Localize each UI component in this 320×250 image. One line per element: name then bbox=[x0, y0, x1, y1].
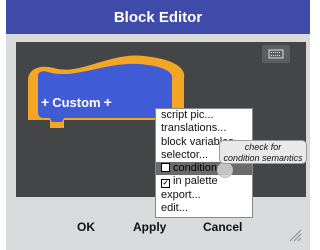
checked-box-icon[interactable]: ✓ bbox=[161, 179, 170, 189]
menu-item-translations[interactable]: translations... bbox=[156, 122, 252, 135]
tooltip: check for condition semantics bbox=[219, 140, 307, 164]
unchecked-box-icon[interactable] bbox=[161, 163, 170, 173]
touch-cursor-indicator bbox=[217, 162, 233, 178]
add-input-left-icon[interactable]: + bbox=[41, 94, 49, 110]
menu-item-in-palette[interactable]: ✓ in palette bbox=[156, 175, 252, 189]
tooltip-line-1: check for bbox=[244, 142, 282, 152]
custom-block-label[interactable]: + Custom + bbox=[41, 94, 112, 110]
menu-item-condition[interactable]: condition bbox=[156, 162, 252, 176]
tooltip-line-2: condition semantics bbox=[223, 153, 303, 163]
keyboard-button[interactable] bbox=[262, 45, 290, 63]
menu-item-edit[interactable]: edit... bbox=[156, 202, 252, 215]
window-title: Block Editor bbox=[113, 8, 203, 26]
apply-button[interactable]: Apply bbox=[133, 220, 166, 234]
add-input-right-icon[interactable]: + bbox=[104, 94, 112, 110]
resize-handle-icon[interactable] bbox=[288, 228, 302, 242]
keyboard-icon bbox=[268, 49, 284, 59]
ok-button[interactable]: OK bbox=[77, 220, 95, 234]
menu-item-script-pic[interactable]: script pic... bbox=[156, 109, 252, 122]
title-bar[interactable]: Block Editor bbox=[6, 0, 310, 34]
cancel-button[interactable]: Cancel bbox=[203, 220, 242, 234]
menu-item-export[interactable]: export... bbox=[156, 189, 252, 202]
block-name: Custom bbox=[52, 94, 101, 110]
